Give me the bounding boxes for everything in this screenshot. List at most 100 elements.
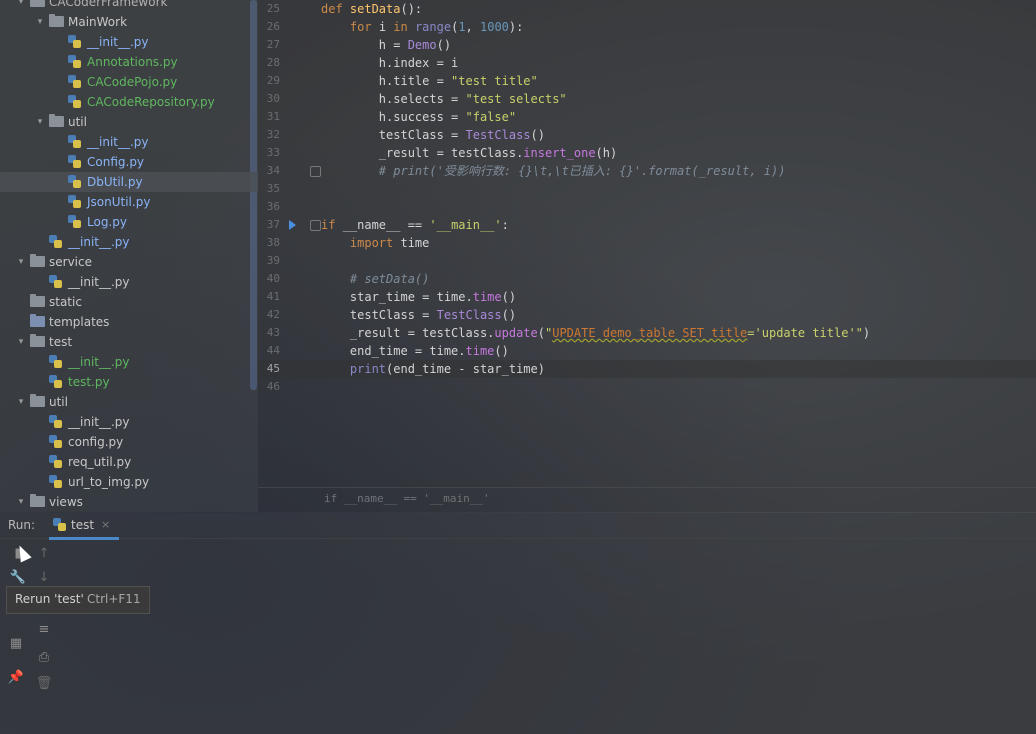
line-number: 40 (266, 272, 280, 285)
tree-file[interactable]: __init__.py (0, 232, 258, 252)
tree-item-label: CACodeRepository.py (87, 95, 215, 109)
python-file-icon (49, 415, 63, 429)
tree-folder[interactable]: ▾ service (0, 252, 258, 272)
close-icon[interactable]: × (101, 518, 110, 531)
line-number: 27 (266, 38, 280, 51)
tree-folder[interactable]: ▾ util (0, 112, 258, 132)
tree-item-label: Annotations.py (87, 55, 178, 69)
python-file-icon (68, 195, 82, 209)
line-number: 42 (266, 308, 280, 321)
python-file-icon (68, 135, 82, 149)
chevron-down-icon[interactable]: ▾ (16, 252, 26, 272)
line-number: 46 (266, 380, 280, 393)
run-header: Run: test × (0, 513, 1036, 540)
line-number: 30 (266, 92, 280, 105)
line-number: 41 (266, 290, 280, 303)
line-number: 39 (266, 254, 280, 267)
chevron-down-icon[interactable]: ▾ (35, 112, 45, 132)
soft-wrap-icon[interactable]: ≡ (35, 621, 53, 639)
line-number: 25 (266, 2, 280, 15)
tree-folder[interactable]: ▾ util (0, 392, 258, 412)
wrench-icon[interactable]: 🔧 (9, 569, 27, 587)
chevron-down-icon[interactable]: ▾ (16, 392, 26, 412)
code-line: end_time = time.time() (321, 344, 509, 358)
tree-item-label: static (49, 295, 82, 309)
code-line: star_time = time.time() (321, 290, 517, 304)
fold-marker-icon[interactable] (310, 220, 321, 231)
code-line: h.success = "false" (321, 110, 517, 124)
tree-folder[interactable]: ▾ MainWork (0, 12, 258, 32)
arrow-up-icon[interactable]: ↑ (35, 545, 53, 563)
tree-file[interactable]: Annotations.py (0, 52, 258, 72)
line-number: 33 (266, 146, 280, 159)
tree-item-label: test.py (68, 375, 110, 389)
code-line: # setData() (349, 272, 430, 286)
line-number: 29 (266, 74, 280, 87)
python-file-icon (68, 95, 82, 109)
python-file-icon (68, 215, 82, 229)
python-file-icon (49, 375, 63, 389)
tree-item-label: JsonUtil.py (87, 195, 151, 209)
tree-file[interactable]: Config.py (0, 152, 258, 172)
tree-item-label: url_to_img.py (68, 475, 150, 489)
tree-item-label: templates (49, 315, 110, 329)
tree-folder[interactable]: ▾ views (0, 492, 258, 512)
line-number: 38 (266, 236, 280, 249)
line-number: 28 (266, 56, 280, 69)
folder-icon (49, 14, 64, 27)
line-number: 34 (266, 164, 280, 177)
line-number: 45 (266, 362, 280, 375)
tree-item-label: req_util.py (68, 455, 132, 469)
arrow-down-icon[interactable]: ↓ (35, 569, 53, 587)
tree-folder[interactable]: static (0, 292, 258, 312)
run-tab-test[interactable]: test × (49, 513, 119, 540)
tree-file[interactable]: __init__.py (0, 272, 258, 292)
tree-item-label: __init__.py (87, 135, 149, 149)
tree-item-label: DbUtil.py (87, 175, 143, 189)
python-file-icon (68, 35, 82, 49)
tree-file[interactable]: __init__.py (0, 32, 258, 52)
line-number: 37 (266, 218, 280, 231)
tree-file[interactable]: CACodeRepository.py (0, 92, 258, 112)
chevron-down-icon[interactable]: ▾ (35, 12, 45, 32)
run-gutter-icon[interactable] (289, 220, 296, 230)
line-gutter: 25 26 27 28 29 30 31 32 33 34 35 36 37 38 39 40 41 42 43 44… (258, 0, 316, 393)
python-file-icon (49, 455, 63, 469)
tree-folder[interactable]: templates (0, 312, 258, 332)
trash-icon[interactable]: 🗑 (35, 675, 53, 693)
tree-item-label: test (49, 335, 73, 349)
tree-file[interactable]: CACodePojo.py (0, 72, 258, 92)
tree-item-label: CACoderFramework (49, 0, 168, 9)
tree-file[interactable]: DbUtil.py (0, 172, 258, 192)
tree-file[interactable]: __init__.py (0, 412, 258, 432)
tree-folder[interactable]: ▾ test (0, 332, 258, 352)
layout-icon[interactable]: ▦ (7, 635, 25, 653)
tree-file[interactable]: config.py (0, 432, 258, 452)
fold-marker-icon[interactable] (310, 166, 321, 177)
tree-file[interactable]: __init__.py (0, 132, 258, 152)
tree-file[interactable]: Log.py (0, 212, 258, 232)
code-editor[interactable]: 25 26 27 28 29 30 31 32 33 34 35 36 37 38 39 40 41 42 43 44… (258, 0, 1036, 512)
tree-file[interactable]: req_util.py (0, 452, 258, 472)
breadcrumb[interactable]: if __name__ == '__main__' (324, 492, 490, 505)
code-line: testClass = TestClass() (321, 308, 517, 322)
code-line: import time (349, 236, 430, 250)
tree-file[interactable]: JsonUtil.py (0, 192, 258, 212)
tree-item-label: Log.py (87, 215, 127, 229)
tree-item-label: Config.py (87, 155, 145, 169)
print-icon[interactable]: ⎙ (35, 649, 53, 667)
python-file-icon (68, 175, 82, 189)
folder-icon (49, 114, 64, 127)
line-number: 35 (266, 182, 280, 195)
chevron-down-icon[interactable]: ▾ (16, 492, 26, 512)
tree-item-label: MainWork (68, 15, 128, 29)
code-line: for i in range(1, 1000): (349, 20, 524, 34)
tree-file[interactable]: __init__.py (0, 352, 258, 372)
tree-file[interactable]: test.py (0, 372, 258, 392)
code-line: h.selects = "test selects" (321, 92, 567, 106)
pin-icon[interactable]: 📌 (7, 669, 25, 687)
chevron-down-icon[interactable]: ▾ (16, 332, 26, 352)
tree-file[interactable]: url_to_img.py (0, 472, 258, 492)
tree-folder[interactable]: ▾ CACoderFramework (0, 0, 258, 12)
chevron-down-icon[interactable]: ▾ (16, 0, 26, 12)
